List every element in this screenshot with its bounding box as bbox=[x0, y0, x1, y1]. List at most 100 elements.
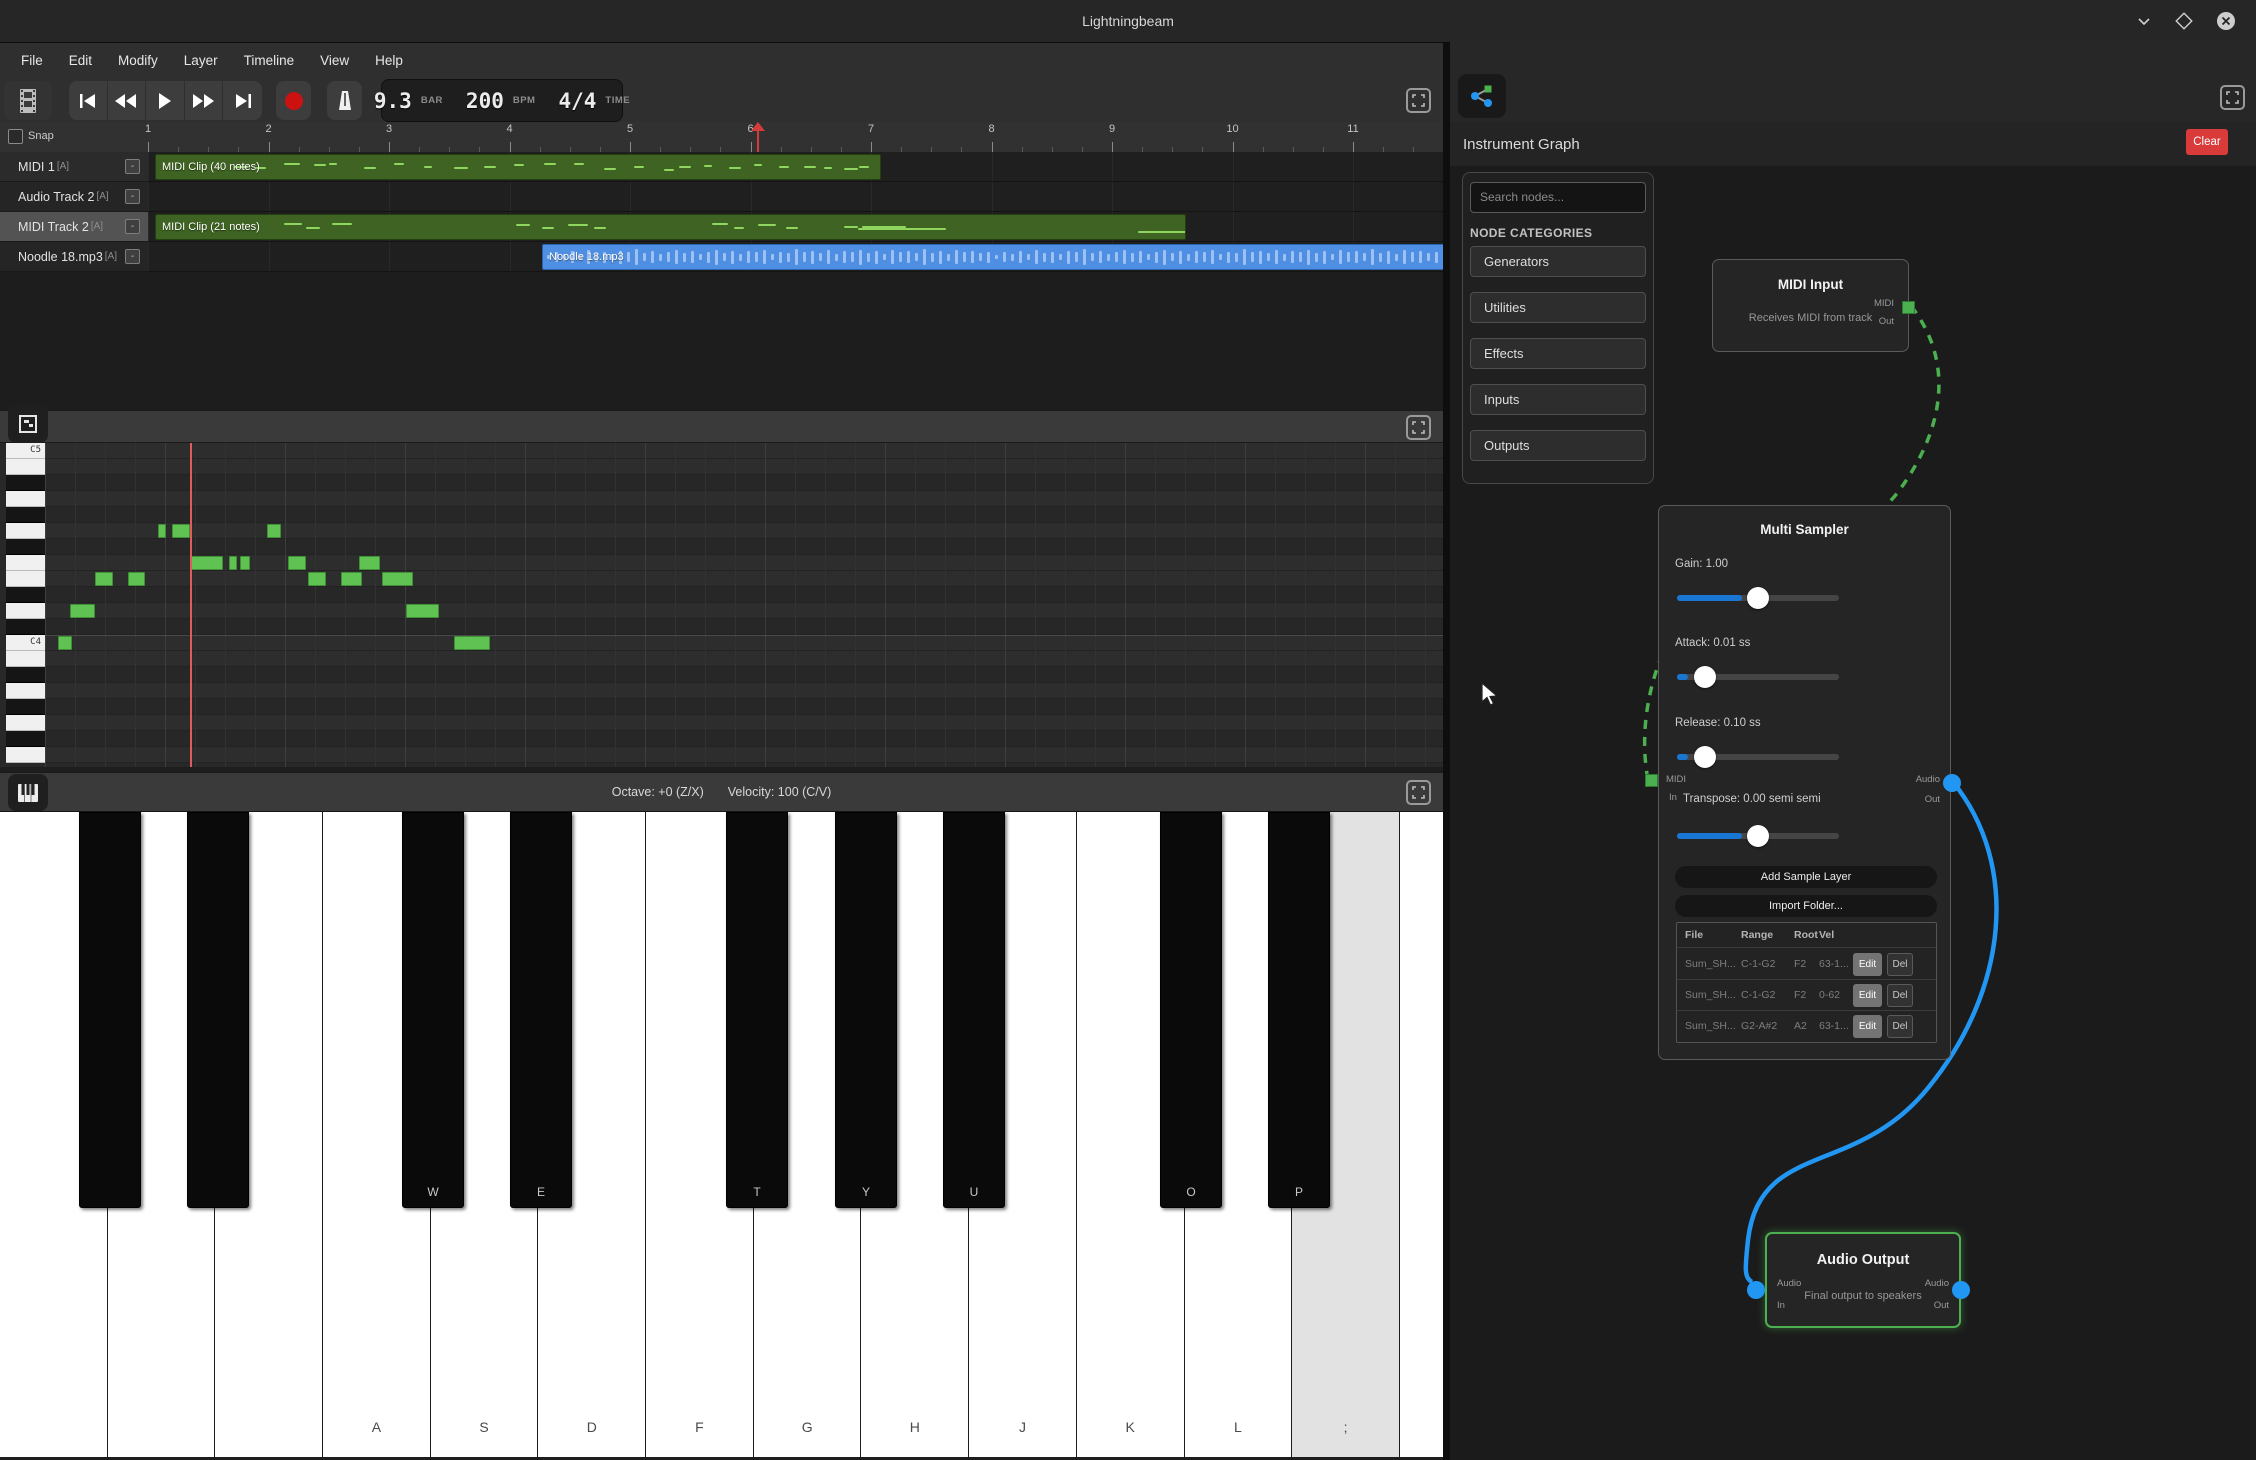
piano-roll-key-black[interactable] bbox=[6, 619, 45, 635]
midi-note[interactable] bbox=[58, 636, 72, 650]
delete-sample-button[interactable]: Del bbox=[1887, 1015, 1913, 1038]
midi-note[interactable] bbox=[172, 524, 190, 538]
midi-note[interactable] bbox=[382, 572, 413, 586]
track-toggle-button[interactable]: - bbox=[125, 189, 140, 204]
piano-roll-key-white[interactable] bbox=[6, 491, 45, 507]
midi-note[interactable] bbox=[341, 572, 362, 586]
piano-roll-key-black[interactable] bbox=[6, 731, 45, 747]
piano-roll-key-white[interactable] bbox=[6, 747, 45, 763]
track-header-4[interactable]: Noodle 18.mp3[A]- bbox=[0, 242, 148, 272]
skip-start-button[interactable] bbox=[69, 81, 108, 120]
piano-roll-key-black[interactable] bbox=[6, 539, 45, 555]
play-button[interactable] bbox=[146, 81, 185, 120]
menu-layer[interactable]: Layer bbox=[171, 43, 231, 79]
piano-roll-key-white[interactable] bbox=[6, 555, 45, 571]
piano-roll-key-white[interactable] bbox=[6, 651, 45, 667]
midi-note[interactable] bbox=[190, 556, 223, 570]
midi-note[interactable] bbox=[240, 556, 250, 570]
piano-roll-key-white[interactable] bbox=[6, 715, 45, 731]
piano-roll-key-white[interactable] bbox=[6, 683, 45, 699]
category-generators[interactable]: Generators bbox=[1470, 246, 1646, 277]
piano-roll-key-white[interactable]: C5 bbox=[6, 443, 45, 459]
fast-forward-button[interactable] bbox=[185, 81, 224, 120]
timeline-empty-area[interactable] bbox=[0, 272, 1443, 410]
midi-input-node[interactable]: MIDI Input Receives MIDI from track MIDI… bbox=[1712, 259, 1909, 352]
gain-slider[interactable] bbox=[1677, 595, 1839, 601]
midi-note[interactable] bbox=[359, 556, 380, 570]
virtual-keyboard[interactable]: ASDFGHJKL;WETYUOP bbox=[0, 812, 1443, 1457]
piano-roll-key-white[interactable] bbox=[6, 603, 45, 619]
piano-roll-key-white[interactable]: C4 bbox=[6, 635, 45, 651]
midi-note[interactable] bbox=[308, 572, 326, 586]
film-panel-button[interactable] bbox=[4, 81, 52, 120]
close-icon[interactable] bbox=[2214, 9, 2238, 33]
menu-modify[interactable]: Modify bbox=[105, 43, 171, 79]
piano-roll-grid[interactable]: C5 C4 bbox=[0, 443, 1443, 767]
menu-file[interactable]: File bbox=[8, 43, 56, 79]
audio-output-node[interactable]: Audio Output Final output to speakers Au… bbox=[1765, 1232, 1961, 1328]
edit-sample-button[interactable]: Edit bbox=[1853, 984, 1882, 1007]
black-key[interactable]: P bbox=[1268, 812, 1330, 1208]
audio-in-port[interactable] bbox=[1747, 1281, 1765, 1299]
black-key[interactable] bbox=[79, 812, 141, 1208]
midi-clip[interactable]: MIDI Clip (21 notes) bbox=[155, 214, 1186, 240]
midi-in-port[interactable] bbox=[1645, 774, 1658, 787]
midi-note[interactable] bbox=[406, 604, 439, 618]
delete-sample-button[interactable]: Del bbox=[1887, 953, 1913, 976]
midi-note[interactable] bbox=[128, 572, 145, 586]
skip-end-button[interactable] bbox=[223, 81, 262, 120]
panel-divider[interactable] bbox=[1443, 42, 1450, 1460]
white-key[interactable] bbox=[1400, 812, 1443, 1457]
add-sample-layer-button[interactable]: Add Sample Layer bbox=[1675, 866, 1937, 888]
audio-out-port[interactable] bbox=[1952, 1281, 1970, 1299]
black-key[interactable]: U bbox=[943, 812, 1005, 1208]
transpose-slider[interactable] bbox=[1677, 833, 1839, 839]
midi-note[interactable] bbox=[95, 572, 113, 586]
menu-view[interactable]: View bbox=[307, 43, 362, 79]
audio-out-port[interactable] bbox=[1943, 774, 1961, 792]
piano-roll-key-black[interactable] bbox=[6, 587, 45, 603]
black-key[interactable]: Y bbox=[835, 812, 897, 1208]
delete-sample-button[interactable]: Del bbox=[1887, 984, 1913, 1007]
category-inputs[interactable]: Inputs bbox=[1470, 384, 1646, 415]
import-folder-button[interactable]: Import Folder... bbox=[1675, 895, 1937, 917]
minimize-icon[interactable] bbox=[2132, 9, 2156, 33]
black-key[interactable]: O bbox=[1160, 812, 1222, 1208]
piano-roll-key-white[interactable] bbox=[6, 459, 45, 475]
timeline-ruler[interactable]: Snap 1234567891011 bbox=[0, 122, 1443, 153]
black-key[interactable]: T bbox=[726, 812, 788, 1208]
clear-graph-button[interactable]: Clear bbox=[2186, 129, 2228, 155]
transpose-slider-knob[interactable] bbox=[1747, 825, 1769, 847]
track-toggle-button[interactable]: - bbox=[125, 219, 140, 234]
midi-note[interactable] bbox=[288, 556, 306, 570]
maximize-icon[interactable] bbox=[2172, 9, 2196, 33]
metronome-button[interactable] bbox=[327, 81, 362, 120]
track-toggle-button[interactable]: - bbox=[125, 249, 140, 264]
piano-roll-key-white[interactable] bbox=[6, 523, 45, 539]
track-header-1[interactable]: MIDI 1[A]- bbox=[0, 152, 148, 182]
track-header-2[interactable]: Audio Track 2[A]- bbox=[0, 182, 148, 212]
record-button[interactable] bbox=[276, 81, 311, 120]
menu-help[interactable]: Help bbox=[362, 43, 416, 79]
category-utilities[interactable]: Utilities bbox=[1470, 292, 1646, 323]
midi-clip[interactable]: MIDI Clip (40 notes) bbox=[155, 154, 881, 180]
midi-note[interactable] bbox=[158, 524, 166, 538]
category-outputs[interactable]: Outputs bbox=[1470, 430, 1646, 461]
piano-roll-panel-button[interactable] bbox=[8, 405, 48, 443]
category-effects[interactable]: Effects bbox=[1470, 338, 1646, 369]
edit-sample-button[interactable]: Edit bbox=[1853, 1015, 1882, 1038]
piano-roll-expand-button[interactable] bbox=[1406, 415, 1431, 440]
midi-note[interactable] bbox=[229, 556, 237, 570]
track-header-3[interactable]: MIDI Track 2[A]- bbox=[0, 212, 148, 242]
attack-slider[interactable] bbox=[1677, 674, 1839, 680]
black-key[interactable]: E bbox=[510, 812, 572, 1208]
midi-note[interactable] bbox=[70, 604, 95, 618]
piano-roll-key-white[interactable] bbox=[6, 571, 45, 587]
search-nodes-input[interactable]: Search nodes... bbox=[1470, 182, 1646, 213]
menu-edit[interactable]: Edit bbox=[56, 43, 105, 79]
black-key[interactable]: W bbox=[402, 812, 464, 1208]
attack-slider-knob[interactable] bbox=[1694, 666, 1716, 688]
release-slider-knob[interactable] bbox=[1694, 746, 1716, 768]
timeline-expand-button[interactable] bbox=[1406, 88, 1431, 113]
piano-roll-key-black[interactable] bbox=[6, 475, 45, 491]
